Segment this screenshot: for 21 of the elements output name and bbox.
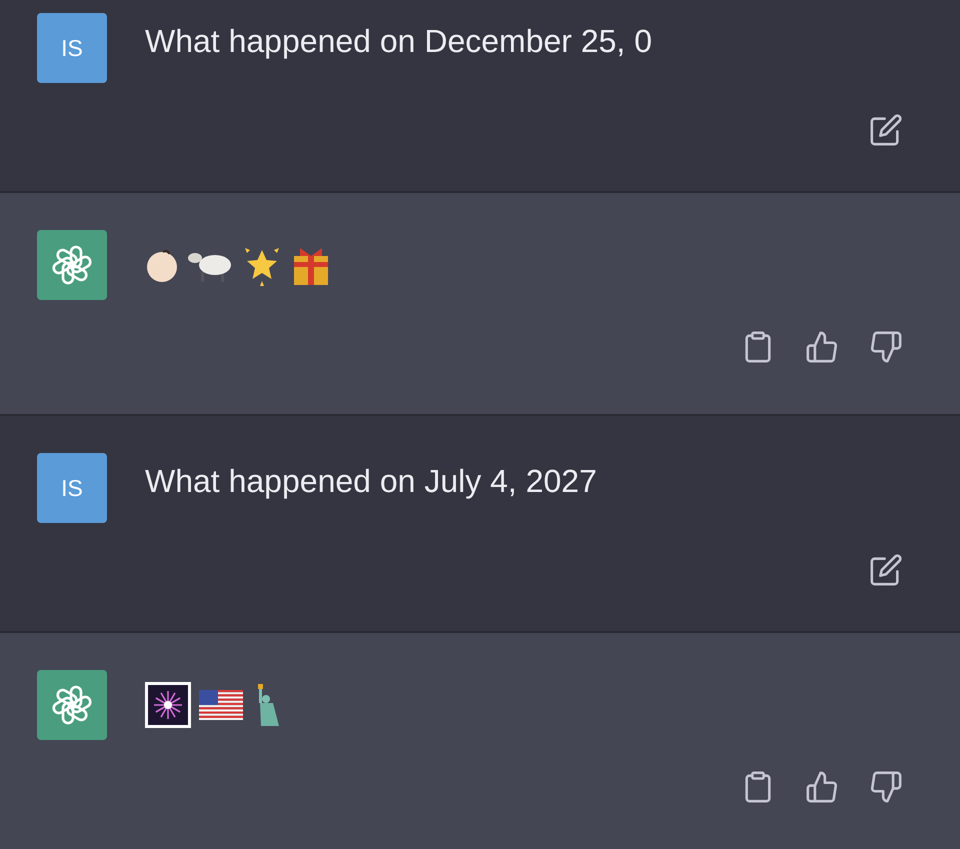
edit-icon	[869, 113, 903, 147]
knot-logo-icon	[50, 243, 94, 287]
knot-logo-icon	[50, 683, 94, 727]
edit-button[interactable]	[869, 113, 903, 147]
thumbs-down-icon	[869, 330, 903, 364]
thumbs-down-icon	[869, 770, 903, 804]
thumbs-down-button[interactable]	[869, 330, 903, 364]
edit-button[interactable]	[869, 553, 903, 587]
message-text: What happened on July 4, 2027	[145, 462, 597, 500]
message-text: What happened on December 25, 0	[145, 22, 652, 60]
edit-icon	[869, 553, 903, 587]
user-avatar: IS	[37, 453, 107, 523]
flag-icon	[199, 690, 243, 720]
thumbs-down-button[interactable]	[869, 770, 903, 804]
thumbs-up-icon	[805, 770, 839, 804]
thumbs-up-icon	[805, 330, 839, 364]
user-avatar: IS	[37, 13, 107, 83]
thumbs-up-button[interactable]	[805, 330, 839, 364]
fireworks-icon	[145, 682, 191, 728]
baby-head-icon	[145, 247, 179, 283]
thumbs-up-button[interactable]	[805, 770, 839, 804]
